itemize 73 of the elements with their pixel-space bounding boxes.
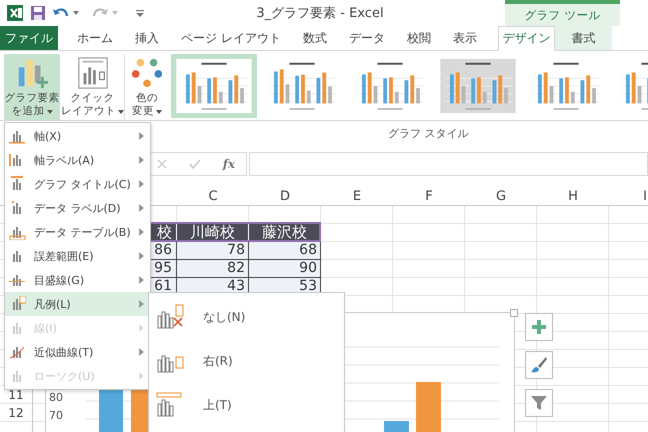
context-group-label: グラフ ツール bbox=[505, 0, 620, 26]
chart-icon bbox=[8, 176, 26, 192]
caret-icon bbox=[118, 110, 124, 114]
menu-item[interactable]: なし(N) bbox=[149, 295, 344, 339]
caret-icon[interactable] bbox=[73, 11, 79, 15]
column-header[interactable]: G bbox=[465, 188, 537, 205]
axis-label: 70 bbox=[49, 409, 63, 423]
caret-icon bbox=[156, 110, 162, 114]
column-header[interactable]: F bbox=[393, 188, 465, 205]
column-header[interactable]: I bbox=[609, 188, 648, 205]
table-cell: 68 bbox=[249, 242, 321, 260]
submenu-arrow-icon bbox=[139, 276, 144, 284]
caret-icon[interactable] bbox=[112, 11, 118, 15]
menu-item[interactable]: 軸(X) bbox=[5, 124, 150, 148]
table-cell: 78 bbox=[177, 242, 249, 260]
layout-icon bbox=[76, 56, 110, 90]
submenu-arrow-icon bbox=[139, 372, 144, 380]
submenu-arrow-icon bbox=[139, 300, 144, 308]
menu-item[interactable]: データ ラベル(D) bbox=[5, 196, 150, 220]
chart-style-thumbnail[interactable] bbox=[171, 54, 257, 118]
table-cell: 90 bbox=[249, 260, 321, 278]
change-colors-button[interactable]: 色の 変更 bbox=[126, 54, 168, 120]
menu-item[interactable]: 凡例(L) bbox=[5, 292, 150, 316]
menu-item[interactable]: 右(R) bbox=[149, 339, 344, 383]
customize-icon[interactable] bbox=[136, 10, 144, 16]
submenu-arrow-icon bbox=[139, 228, 144, 236]
ribbon-tab[interactable]: 書式 bbox=[554, 26, 612, 50]
insert-function-button[interactable]: fx bbox=[222, 157, 236, 171]
save-icon[interactable] bbox=[30, 5, 46, 21]
resize-handle[interactable] bbox=[510, 309, 518, 317]
ribbon-tab[interactable]: ファイル bbox=[0, 26, 58, 50]
row-number[interactable]: 12 bbox=[0, 404, 33, 422]
formula-input[interactable] bbox=[249, 152, 648, 176]
quick-layout-button[interactable]: クイック レイアウト bbox=[61, 54, 125, 120]
menu-item[interactable]: 上(T) bbox=[149, 383, 344, 427]
chart-icon bbox=[8, 128, 26, 144]
window-title: 3_グラフ要素 - Excel bbox=[255, 5, 385, 22]
chart-elements-button[interactable] bbox=[525, 313, 553, 341]
chart-styles-button[interactable] bbox=[525, 351, 553, 379]
cancel-icon[interactable] bbox=[156, 159, 167, 169]
column-header[interactable]: C bbox=[177, 188, 249, 205]
axis-label: 80 bbox=[49, 391, 63, 405]
chart-bar bbox=[384, 421, 409, 432]
group-label: グラフ スタイル bbox=[388, 126, 468, 141]
menu-item[interactable]: グラフ タイトル(C) bbox=[5, 172, 150, 196]
column-header[interactable]: E bbox=[321, 188, 393, 205]
submenu-arrow-icon bbox=[139, 252, 144, 260]
submenu-arrow-icon bbox=[139, 132, 144, 140]
menu-item[interactable]: 軸ラベル(A) bbox=[5, 148, 150, 172]
check-icon[interactable] bbox=[188, 159, 201, 169]
chart-bar bbox=[416, 382, 441, 432]
chart-icon bbox=[8, 272, 26, 288]
chart-filters-button[interactable] bbox=[525, 389, 553, 417]
plus-icon bbox=[531, 319, 547, 335]
submenu-arrow-icon bbox=[139, 348, 144, 356]
add-chart-element-button[interactable]: グラフ要素 を追加 bbox=[4, 54, 60, 120]
legend-chart-icon bbox=[155, 304, 185, 330]
excel-logo-icon[interactable] bbox=[6, 4, 24, 22]
filter-icon bbox=[530, 394, 548, 412]
submenu-arrow-icon bbox=[139, 180, 144, 188]
caret-icon bbox=[46, 110, 52, 114]
submenu-arrow-icon bbox=[139, 324, 144, 332]
submenu-arrow-icon bbox=[139, 156, 144, 164]
brush-icon bbox=[530, 356, 548, 374]
column-header[interactable]: D bbox=[249, 188, 321, 205]
submenu-arrow-icon bbox=[139, 204, 144, 212]
color-dots-icon bbox=[130, 56, 164, 90]
column-header[interactable]: H bbox=[537, 188, 609, 205]
chart-icon bbox=[8, 344, 26, 360]
menu-item[interactable]: 近似曲線(T) bbox=[5, 340, 150, 364]
ribbon-tab[interactable]: デザイン bbox=[498, 26, 555, 51]
chart-icon bbox=[8, 224, 26, 240]
table-cell: 82 bbox=[177, 260, 249, 278]
